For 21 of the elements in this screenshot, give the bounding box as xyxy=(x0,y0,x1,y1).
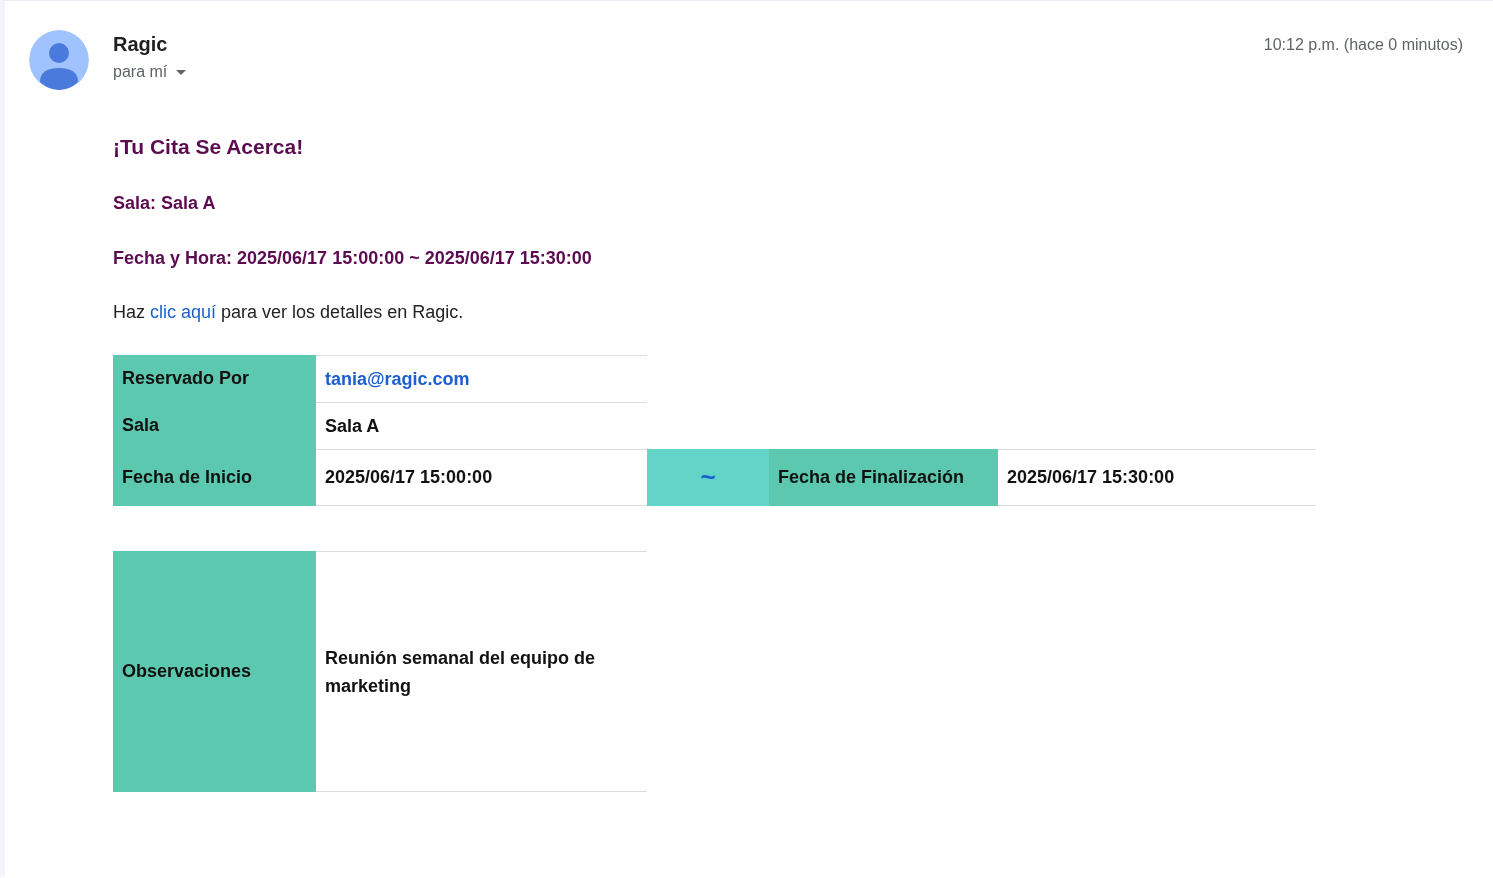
field-label: Sala xyxy=(113,402,316,449)
sender-name: Ragic xyxy=(113,33,169,56)
field-value: Sala A xyxy=(316,402,647,449)
timestamp: 10:12 p.m. (hace 0 minutos) xyxy=(1263,36,1463,54)
intro-sentence: Haz clic aquí para ver los detalles en Ragic. xyxy=(113,302,465,323)
email-link[interactable]: tania@ragic.com xyxy=(325,368,470,390)
range-separator: ~ xyxy=(647,449,769,506)
info-line: Sala: Sala A xyxy=(113,193,217,214)
email-heading: ¡Tu Cita Se Acerca! xyxy=(113,135,305,159)
info-line: Fecha y Hora: 2025/06/17 15:00:00 ~ 2025/06/17 15:30:00 xyxy=(113,248,593,269)
details-link[interactable]: clic aquí xyxy=(150,302,217,322)
caret-icon[interactable] xyxy=(176,69,187,75)
field-label: Fecha de Inicio xyxy=(113,449,316,506)
field-value: 2025/06/17 15:00:00 xyxy=(316,449,647,506)
avatar-icon xyxy=(29,30,89,90)
field-value: Reunión semanal del equipo de marketing xyxy=(316,551,647,792)
field-value: 2025/06/17 15:30:00 xyxy=(998,449,1316,506)
field-label: Observaciones xyxy=(113,551,316,792)
field-label: Fecha de Finalización xyxy=(769,449,998,506)
field-label: Reservado Por xyxy=(113,355,316,402)
recipient-label: para mí xyxy=(113,63,168,81)
